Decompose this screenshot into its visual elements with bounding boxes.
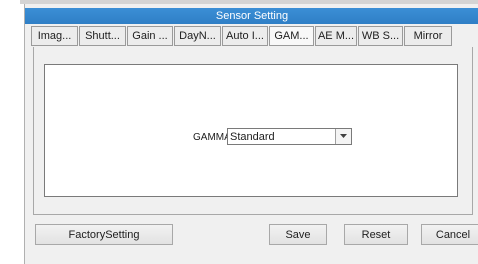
factory-setting-button[interactable]: FactorySetting (35, 224, 173, 245)
gamma-settings-group: GAMMA Standard (44, 64, 458, 197)
tab-auto-iris[interactable]: Auto I... (222, 26, 268, 46)
tab-bar: Imag... Shutt... Gain ... DayN... Auto I… (31, 26, 453, 46)
gamma-select[interactable]: Standard (227, 128, 352, 145)
sensor-setting-window: Sensor Setting Imag... Shutt... Gain ...… (24, 4, 478, 264)
tab-ae-mode[interactable]: AE M... (315, 26, 357, 46)
save-button[interactable]: Save (269, 224, 327, 245)
tab-mirror[interactable]: Mirror (404, 26, 452, 46)
page: Sensor Setting Imag... Shutt... Gain ...… (0, 0, 478, 264)
gamma-selected-value: Standard (230, 131, 275, 143)
tab-gain[interactable]: Gain ... (127, 26, 173, 46)
tab-image[interactable]: Imag... (31, 26, 78, 46)
window-title: Sensor Setting (25, 8, 478, 24)
reset-button[interactable]: Reset (344, 224, 408, 245)
cancel-button[interactable]: Cancel (421, 224, 478, 245)
tab-daynight[interactable]: DayN... (174, 26, 221, 46)
tab-wb-setting[interactable]: WB S... (358, 26, 403, 46)
gamma-dropdown-button[interactable] (335, 129, 351, 144)
tab-gamma[interactable]: GAM... (269, 26, 314, 46)
chevron-down-icon (340, 134, 347, 138)
tab-shutter[interactable]: Shutt... (79, 26, 126, 46)
gamma-label: GAMMA (193, 132, 231, 143)
